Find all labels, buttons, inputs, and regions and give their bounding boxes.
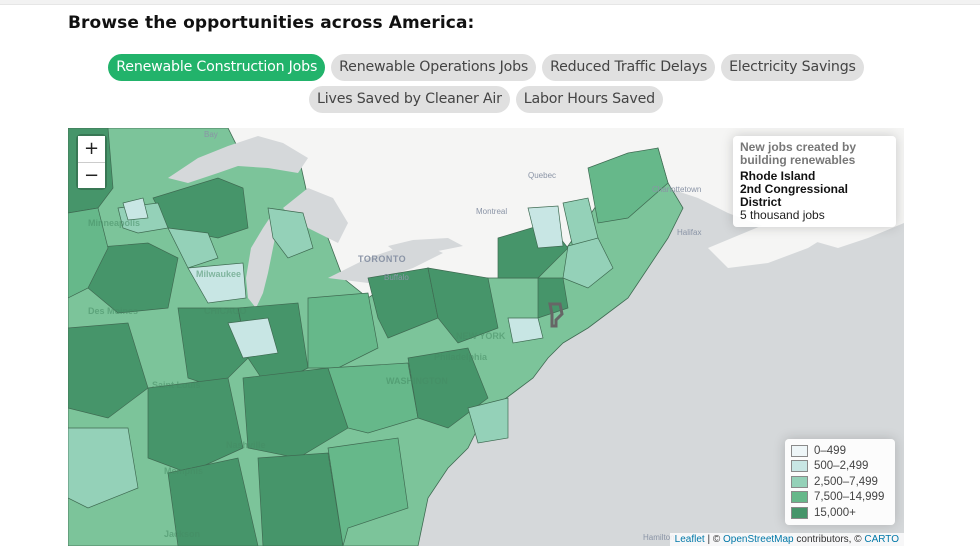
city-label-milwaukee: Milwaukee bbox=[196, 269, 242, 279]
city-label-des-moines: Des Moines bbox=[88, 306, 139, 316]
info-heading: New jobs created by building renewables bbox=[740, 140, 857, 167]
legend-swatch bbox=[791, 475, 808, 488]
info-value: 5 thousand jobs bbox=[740, 208, 825, 222]
legend-swatch bbox=[791, 460, 808, 473]
zoom-out-button[interactable]: − bbox=[78, 162, 105, 188]
legend-swatch bbox=[791, 506, 808, 519]
page-title: Browse the opportunities across America: bbox=[68, 13, 475, 33]
tab-renewable-operations-jobs[interactable]: Renewable Operations Jobs bbox=[331, 54, 537, 81]
map-attribution: Leaflet | © OpenStreetMap contributors, … bbox=[669, 533, 904, 546]
tab-renewable-construction-jobs[interactable]: Renewable Construction Jobs bbox=[108, 54, 326, 81]
city-label-buffalo: Buffalo bbox=[384, 273, 409, 282]
city-label-montreal: Montreal bbox=[476, 207, 508, 216]
metric-tabs: Renewable Construction Jobs Renewable Op… bbox=[68, 54, 904, 113]
district-info-box: New jobs created by building renewables … bbox=[733, 136, 896, 227]
legend-label: 0–499 bbox=[814, 444, 846, 457]
legend-item: 15,000+ bbox=[791, 505, 889, 521]
attribution-contrib: contributors, © bbox=[793, 534, 865, 545]
city-label-washington: WASHINGTON bbox=[386, 376, 448, 386]
leaflet-link[interactable]: Leaflet bbox=[675, 534, 705, 545]
city-label-new-york: NEW YORK bbox=[456, 331, 506, 341]
tab-labor-hours-saved[interactable]: Labor Hours Saved bbox=[515, 86, 663, 113]
city-label-halifax: Halifax bbox=[677, 228, 702, 237]
city-label-minneapolis: Minneapolis bbox=[88, 218, 141, 228]
openstreetmap-link[interactable]: OpenStreetMap bbox=[723, 534, 794, 545]
attribution-sep: | © bbox=[704, 534, 724, 545]
legend-label: 7,500–14,999 bbox=[814, 491, 885, 504]
legend-item: 2,500–7,499 bbox=[791, 474, 889, 490]
legend-item: 0–499 bbox=[791, 443, 889, 459]
city-label-saint-louis: Saint Louis bbox=[152, 380, 201, 390]
city-label-memphis: Memphis bbox=[164, 466, 204, 476]
tab-electricity-savings[interactable]: Electricity Savings bbox=[721, 54, 864, 81]
city-label-quebec: Quebec bbox=[528, 171, 557, 180]
legend-label: 2,500–7,499 bbox=[814, 475, 878, 488]
city-label-bay: Bay bbox=[204, 130, 218, 139]
legend-label: 500–2,499 bbox=[814, 460, 869, 473]
info-district-name: 2nd Congressional District bbox=[740, 182, 849, 209]
legend-swatch bbox=[791, 444, 808, 457]
zoom-in-button[interactable]: + bbox=[78, 136, 105, 162]
legend-item: 7,500–14,999 bbox=[791, 490, 889, 506]
zoom-control: + − bbox=[78, 136, 105, 188]
city-label-chicago: CHICAGO bbox=[204, 306, 247, 316]
top-border bbox=[0, 0, 980, 5]
city-label-jackson: Jackson bbox=[164, 529, 201, 539]
choropleth-map[interactable]: Bay Quebec Montreal TORONTO Buffalo Char… bbox=[68, 128, 904, 546]
legend-swatch bbox=[791, 491, 808, 504]
city-label-nashville: Nashville bbox=[226, 440, 266, 450]
city-label-toronto: TORONTO bbox=[358, 254, 407, 264]
tab-lives-saved-cleaner-air[interactable]: Lives Saved by Cleaner Air bbox=[309, 86, 510, 113]
carto-link[interactable]: CARTO bbox=[864, 534, 899, 545]
map-legend: 0–499 500–2,499 2,500–7,499 7,500–14,999… bbox=[785, 439, 895, 525]
city-label-charlottetown: Charlottetown bbox=[652, 185, 702, 194]
tab-reduced-traffic-delays[interactable]: Reduced Traffic Delays bbox=[542, 54, 716, 81]
legend-item: 500–2,499 bbox=[791, 459, 889, 475]
city-label-philadelphia: Philadelphia bbox=[434, 352, 488, 362]
legend-label: 15,000+ bbox=[814, 506, 856, 519]
